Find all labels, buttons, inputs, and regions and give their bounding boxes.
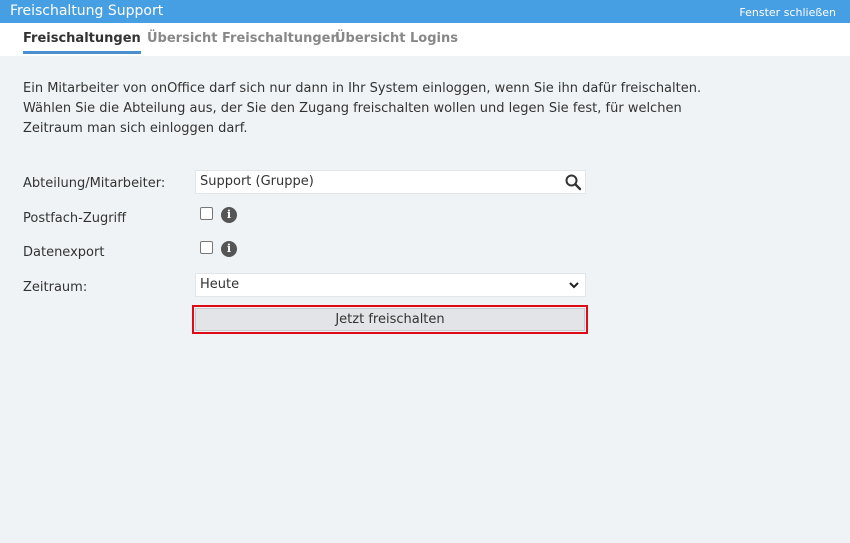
data-export-checkbox[interactable]	[200, 241, 213, 254]
department-search-field[interactable]: Support (Gruppe)	[195, 170, 586, 194]
department-label: Abteilung/Mitarbeiter:	[23, 176, 166, 191]
period-value: Heute	[200, 277, 240, 292]
info-icon[interactable]: i	[221, 241, 237, 257]
chevron-down-icon	[569, 282, 579, 289]
intro-text: Ein Mitarbeiter von onOffice darf sich n…	[23, 81, 702, 136]
mailbox-access-label: Postfach-Zugriff	[23, 211, 127, 226]
tab-uebersicht-freischaltungen[interactable]: Übersicht Freischaltungen	[147, 31, 340, 46]
period-select[interactable]: Heute	[195, 273, 586, 297]
search-icon[interactable]	[564, 173, 582, 191]
close-window-link[interactable]: Fenster schließen	[739, 6, 836, 19]
data-export-label: Datenexport	[23, 245, 105, 260]
unlock-now-button[interactable]: Jetzt freischalten	[195, 308, 585, 331]
tab-freischaltungen[interactable]: Freischaltungen	[23, 31, 141, 54]
period-label: Zeitraum:	[23, 280, 88, 295]
window-title: Freischaltung Support	[10, 3, 164, 19]
department-value: Support (Gruppe)	[200, 174, 314, 189]
title-bar: Freischaltung Support Fenster schließen	[0, 0, 850, 23]
info-icon[interactable]: i	[221, 207, 237, 223]
tab-bar: Freischaltungen Übersicht Freischaltunge…	[0, 23, 850, 56]
tab-uebersicht-logins[interactable]: Übersicht Logins	[335, 31, 458, 46]
mailbox-access-checkbox[interactable]	[200, 207, 213, 220]
highlight-frame: Jetzt freischalten	[192, 305, 588, 334]
